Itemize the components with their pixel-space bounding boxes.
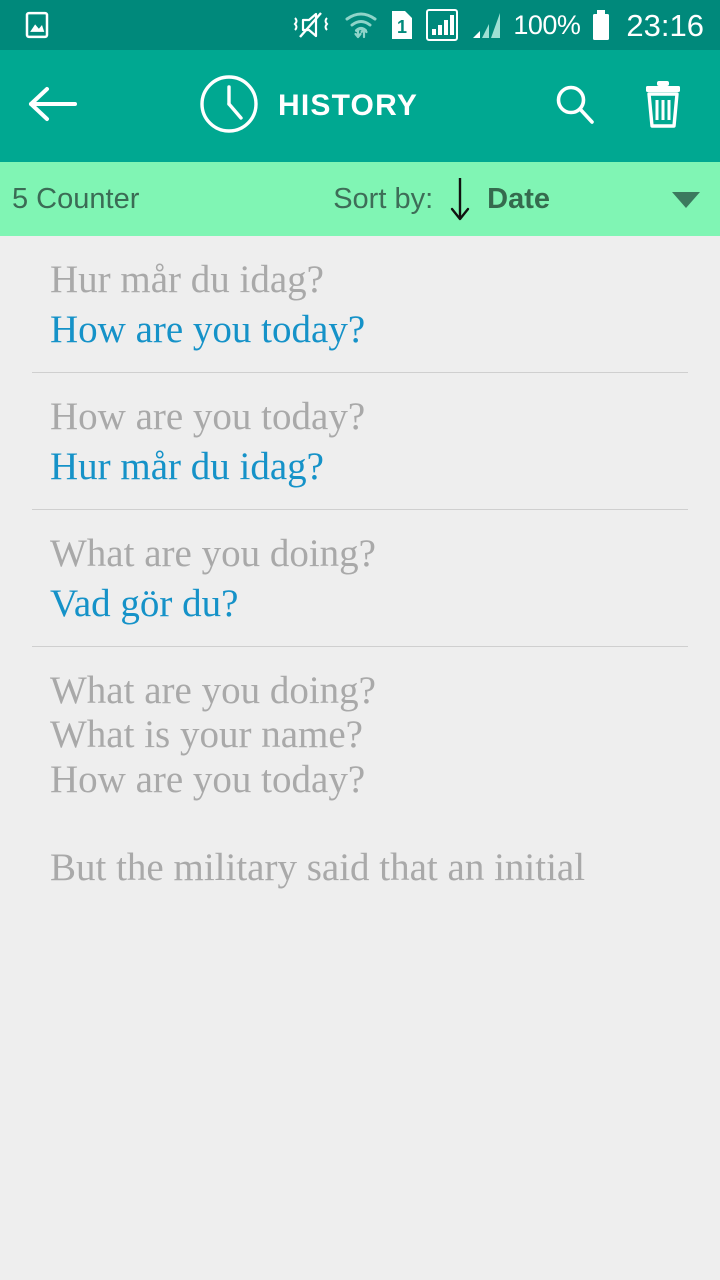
sort-bar: 5 Counter Sort by: Date — [0, 162, 720, 236]
app-bar-title-group: HISTORY — [72, 73, 544, 140]
signal-strength-2-icon — [469, 8, 503, 42]
source-text: What are you doing? — [50, 669, 376, 713]
clock-icon — [198, 73, 260, 140]
status-bar-right-icons: 1 100% 23:16 — [291, 8, 704, 42]
sim-card-1-icon: 1 — [389, 8, 415, 42]
source-text: How are you today? — [50, 757, 366, 801]
signal-strength-1-icon — [425, 8, 459, 42]
list-item[interactable]: What are you doing? Vad gör du? — [0, 510, 720, 626]
translated-text: How are you today? — [50, 308, 366, 352]
vibrate-mute-icon — [291, 9, 333, 41]
search-button[interactable] — [544, 75, 606, 137]
picture-image-icon — [22, 10, 52, 40]
history-list[interactable]: Hur mår du idag? How are you today? How ar… — [0, 236, 720, 1280]
page-title: HISTORY — [277, 89, 419, 122]
source-text: But the military said that an initial — [50, 845, 586, 889]
list-item[interactable]: How are you today? Hur mår du idag? — [0, 373, 720, 489]
sort-value-label: Date — [487, 182, 550, 215]
search-icon — [550, 79, 600, 134]
chevron-down-icon[interactable] — [670, 189, 702, 209]
status-bar-clock: 23:16 — [626, 7, 704, 43]
translated-text: Hur mår du idag? — [50, 445, 324, 489]
source-text: Hur mår du idag? — [50, 258, 324, 301]
source-text: What are you doing? — [50, 532, 376, 576]
list-item[interactable]: But the military said that an initial — [0, 824, 720, 890]
source-text: How are you today? — [50, 395, 366, 439]
wifi-transfer-icon — [343, 9, 379, 41]
list-item[interactable]: Hur mår du idag? How are you today? — [0, 236, 720, 352]
arrow-down-icon[interactable] — [447, 175, 473, 223]
list-item[interactable]: What are you doing? What is your name? How… — [0, 647, 720, 801]
status-bar: 1 100% 23:16 — [0, 0, 720, 50]
source-text: What is your name? — [50, 713, 363, 757]
sort-control[interactable]: Sort by: Date — [333, 175, 702, 223]
delete-history-button[interactable] — [632, 75, 694, 137]
counter-label: 5 Counter — [12, 182, 140, 215]
sort-by-label: Sort by: — [333, 182, 434, 215]
translated-text: Vad gör du? — [50, 582, 239, 626]
battery-full-icon — [590, 8, 612, 42]
svg-text:1: 1 — [397, 17, 407, 37]
status-bar-left-icons — [22, 10, 52, 40]
history-screen: 1 100% 23:16 HISTORY 5 Counter Sort by: … — [0, 0, 720, 1280]
battery-percent-label: 100% — [513, 9, 581, 40]
trash-icon — [639, 78, 687, 135]
app-bar: HISTORY — [0, 50, 720, 162]
